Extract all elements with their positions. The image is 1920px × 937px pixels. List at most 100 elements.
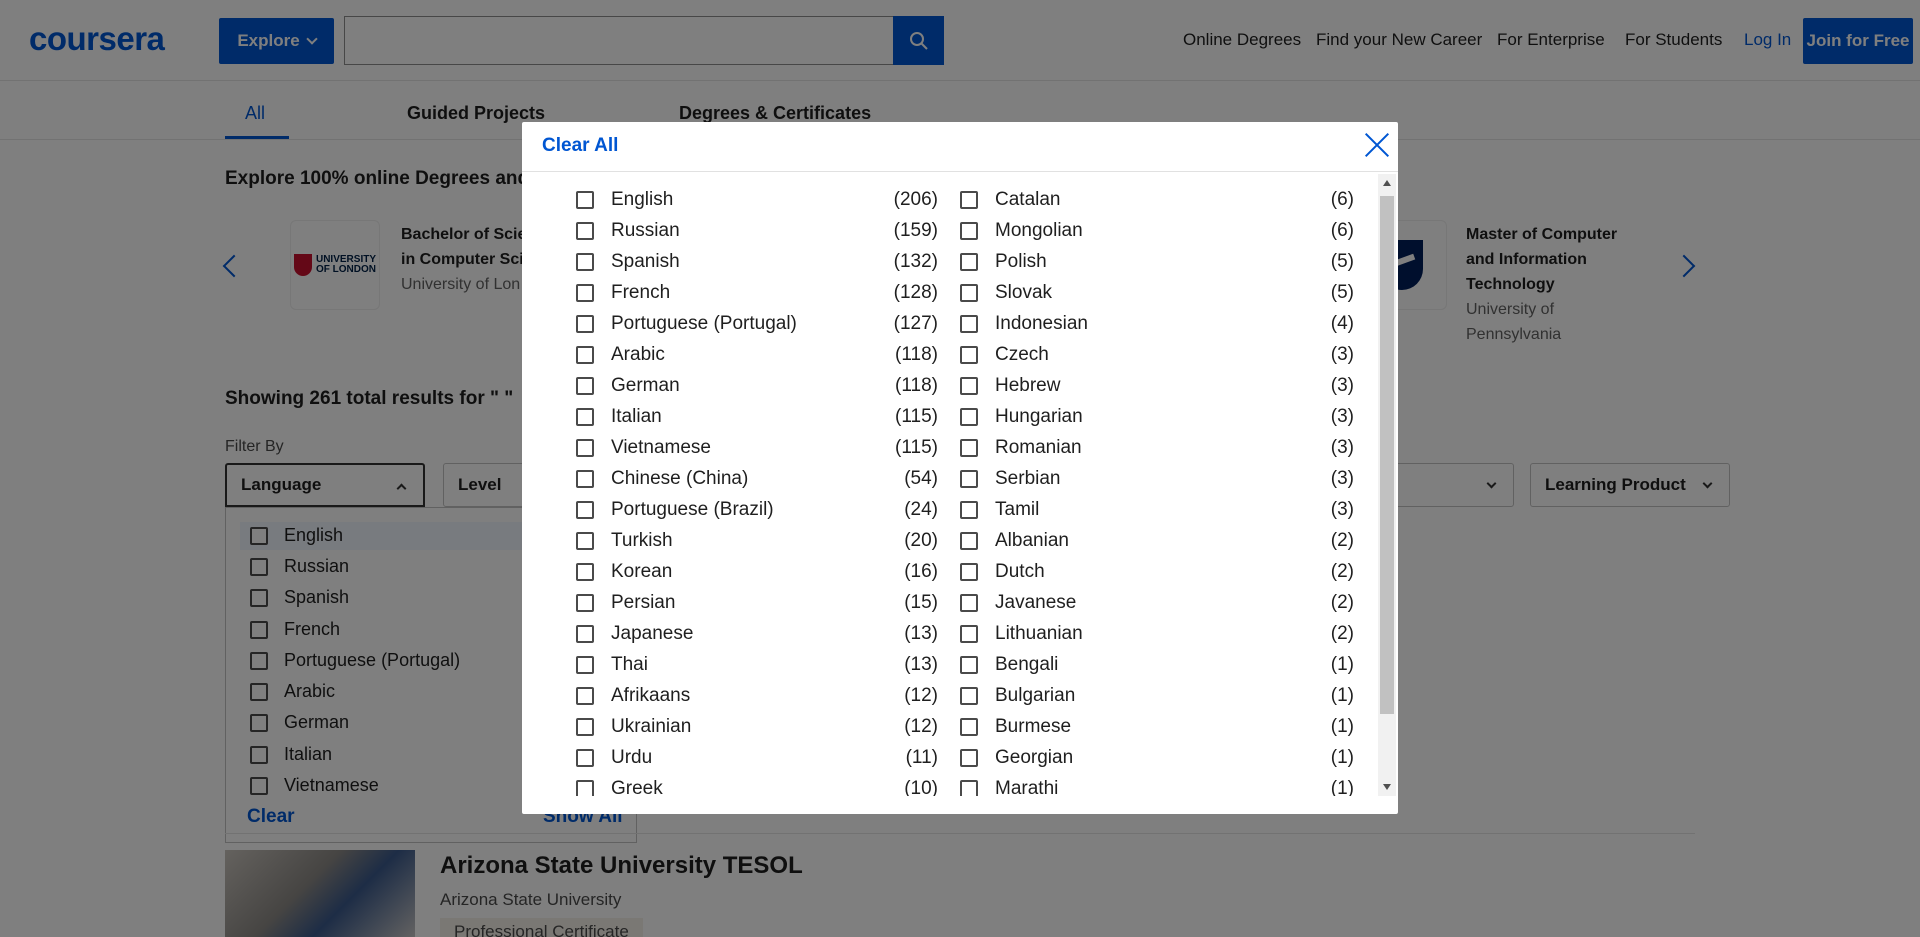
- language-option[interactable]: Javanese (2): [960, 587, 1354, 618]
- language-option-label: French: [611, 281, 671, 303]
- checkbox[interactable]: [960, 562, 978, 581]
- checkbox[interactable]: [960, 252, 978, 271]
- language-option[interactable]: Thai (13): [576, 649, 946, 680]
- checkbox[interactable]: [960, 314, 978, 333]
- language-option-count: (54): [904, 467, 938, 489]
- language-option[interactable]: Mongolian (6): [960, 215, 1354, 246]
- checkbox[interactable]: [576, 376, 594, 395]
- checkbox[interactable]: [960, 407, 978, 426]
- checkbox[interactable]: [960, 624, 978, 643]
- checkbox[interactable]: [960, 500, 978, 519]
- language-option[interactable]: Tamil (3): [960, 494, 1354, 525]
- language-option-count: (3): [1330, 467, 1354, 489]
- language-option[interactable]: Hungarian (3): [960, 401, 1354, 432]
- language-option-label: Afrikaans: [611, 684, 691, 706]
- checkbox[interactable]: [960, 190, 978, 209]
- language-option-count: (2): [1330, 529, 1354, 551]
- language-option[interactable]: English (206): [576, 184, 946, 215]
- checkbox[interactable]: [576, 593, 594, 612]
- language-option[interactable]: Russian (159): [576, 215, 946, 246]
- checkbox[interactable]: [576, 314, 594, 333]
- language-option[interactable]: German (118): [576, 370, 946, 401]
- checkbox[interactable]: [960, 717, 978, 736]
- checkbox[interactable]: [960, 686, 978, 705]
- checkbox[interactable]: [960, 779, 978, 796]
- checkbox[interactable]: [960, 469, 978, 488]
- checkbox[interactable]: [576, 748, 594, 767]
- language-option-label: Bulgarian: [995, 684, 1076, 706]
- checkbox[interactable]: [576, 779, 594, 796]
- checkbox[interactable]: [576, 686, 594, 705]
- language-option[interactable]: Czech (3): [960, 339, 1354, 370]
- language-option[interactable]: Greek (10): [576, 773, 946, 796]
- language-option[interactable]: Korean (16): [576, 556, 946, 587]
- checkbox[interactable]: [576, 252, 594, 271]
- language-option[interactable]: Urdu (11): [576, 742, 946, 773]
- language-option-label: Persian: [611, 591, 676, 613]
- checkbox[interactable]: [576, 562, 594, 581]
- language-option[interactable]: Afrikaans (12): [576, 680, 946, 711]
- checkbox[interactable]: [576, 407, 594, 426]
- checkbox[interactable]: [576, 717, 594, 736]
- checkbox[interactable]: [576, 345, 594, 364]
- checkbox[interactable]: [576, 438, 594, 457]
- language-option-label: English: [611, 188, 674, 210]
- checkbox[interactable]: [576, 283, 594, 302]
- checkbox[interactable]: [576, 500, 594, 519]
- scrollbar-thumb[interactable]: [1380, 196, 1394, 714]
- language-option-label: Arabic: [611, 343, 665, 365]
- language-option[interactable]: Catalan (6): [960, 184, 1354, 215]
- scroll-down-icon[interactable]: [1383, 784, 1391, 790]
- modal-scrollbar[interactable]: [1378, 174, 1396, 796]
- checkbox[interactable]: [576, 624, 594, 643]
- language-option[interactable]: Italian (115): [576, 401, 946, 432]
- language-option-count: (118): [895, 343, 938, 365]
- scroll-up-icon[interactable]: [1383, 180, 1391, 186]
- checkbox[interactable]: [576, 469, 594, 488]
- language-option[interactable]: Indonesian (4): [960, 308, 1354, 339]
- close-icon[interactable]: [1362, 130, 1392, 160]
- language-option[interactable]: Arabic (118): [576, 339, 946, 370]
- language-option[interactable]: Romanian (3): [960, 432, 1354, 463]
- language-option[interactable]: Lithuanian (2): [960, 618, 1354, 649]
- language-option[interactable]: Portuguese (Portugal) (127): [576, 308, 946, 339]
- language-option[interactable]: Georgian (1): [960, 742, 1354, 773]
- checkbox[interactable]: [960, 221, 978, 240]
- language-option[interactable]: Hebrew (3): [960, 370, 1354, 401]
- clear-all-link[interactable]: Clear All: [542, 135, 618, 157]
- language-option[interactable]: French (128): [576, 277, 946, 308]
- checkbox[interactable]: [960, 655, 978, 674]
- language-option-count: (3): [1330, 374, 1354, 396]
- language-option[interactable]: Spanish (132): [576, 246, 946, 277]
- language-option[interactable]: Bulgarian (1): [960, 680, 1354, 711]
- checkbox[interactable]: [576, 190, 594, 209]
- checkbox[interactable]: [960, 345, 978, 364]
- checkbox[interactable]: [576, 655, 594, 674]
- language-option[interactable]: Serbian (3): [960, 463, 1354, 494]
- language-option[interactable]: Japanese (13): [576, 618, 946, 649]
- language-option[interactable]: Bengali (1): [960, 649, 1354, 680]
- language-option[interactable]: Turkish (20): [576, 525, 946, 556]
- language-option[interactable]: Chinese (China) (54): [576, 463, 946, 494]
- language-option[interactable]: Portuguese (Brazil) (24): [576, 494, 946, 525]
- language-option[interactable]: Vietnamese (115): [576, 432, 946, 463]
- language-option[interactable]: Persian (15): [576, 587, 946, 618]
- checkbox[interactable]: [960, 748, 978, 767]
- checkbox[interactable]: [960, 593, 978, 612]
- checkbox[interactable]: [960, 438, 978, 457]
- language-column-2: Catalan (6) Mongolian (6) Polish (5) Slovak (5)…: [960, 184, 1354, 796]
- language-option[interactable]: Burmese (1): [960, 711, 1354, 742]
- language-option[interactable]: Polish (5): [960, 246, 1354, 277]
- language-option[interactable]: Marathi (1): [960, 773, 1354, 796]
- language-option[interactable]: Slovak (5): [960, 277, 1354, 308]
- language-option[interactable]: Albanian (2): [960, 525, 1354, 556]
- checkbox[interactable]: [576, 531, 594, 550]
- language-option[interactable]: Ukrainian (12): [576, 711, 946, 742]
- language-option-label: Czech: [995, 343, 1049, 365]
- checkbox[interactable]: [960, 376, 978, 395]
- checkbox[interactable]: [960, 283, 978, 302]
- checkbox[interactable]: [576, 221, 594, 240]
- language-option[interactable]: Dutch (2): [960, 556, 1354, 587]
- checkbox[interactable]: [960, 531, 978, 550]
- language-option-count: (10): [904, 777, 938, 797]
